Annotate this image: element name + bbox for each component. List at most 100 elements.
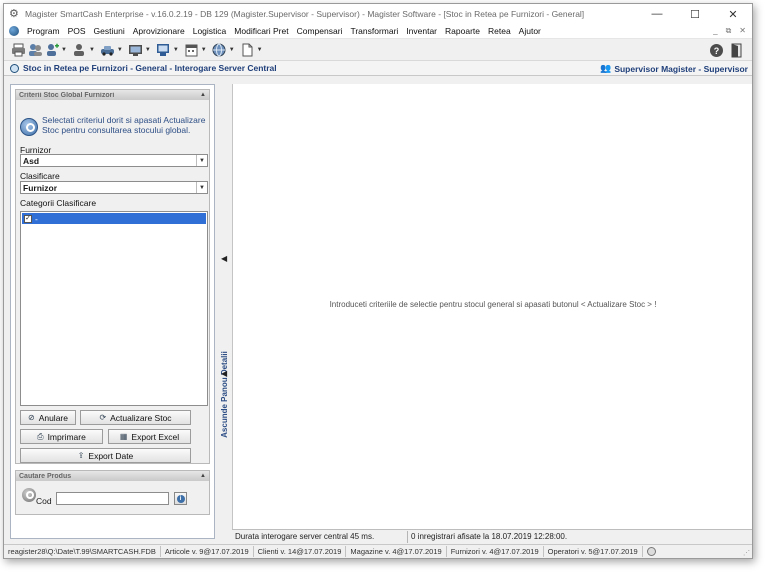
- menu-inventar[interactable]: Inventar: [402, 26, 441, 36]
- help-icon[interactable]: ?: [708, 42, 724, 58]
- document-icon[interactable]: [240, 42, 256, 58]
- calendar-icon[interactable]: [184, 42, 200, 58]
- chevron-down-icon[interactable]: ▼: [257, 47, 263, 53]
- users-icon: 👥: [600, 63, 612, 73]
- chevron-down-icon[interactable]: ▼: [196, 182, 207, 193]
- export-excel-label: Export Excel: [131, 431, 180, 442]
- suppliers-version: Furnizori v. 4@17.07.2019: [447, 546, 544, 557]
- menu-transformari[interactable]: Transformari: [346, 26, 402, 36]
- details-splitter[interactable]: ◀ Ascunde Panou Detalii ◀: [217, 84, 232, 539]
- product-search-header[interactable]: Cautare Produs ▲: [16, 471, 209, 481]
- menu-rapoarte[interactable]: Rapoarte: [441, 26, 484, 36]
- classification-select[interactable]: Furnizor ▼: [20, 181, 208, 194]
- chevron-down-icon[interactable]: ▼: [201, 47, 207, 53]
- breadcrumb: Stoc in Retea pe Furnizori - General - I…: [4, 61, 752, 76]
- cancel-label: Anulare: [38, 412, 68, 423]
- hide-details-toggle[interactable]: Ascunde Panou Detalii: [218, 351, 230, 438]
- menu-program[interactable]: Program: [23, 26, 64, 36]
- window-controls: — ☐ ✕: [638, 4, 752, 24]
- query-status: Durata interogare server central 45 ms. …: [232, 529, 752, 543]
- category-checkbox[interactable]: ✓: [24, 214, 32, 223]
- stores-version: Magazine v. 4@17.07.2019: [346, 546, 447, 557]
- app-logo-icon: [9, 26, 19, 36]
- status-bar: reagister28\Q:\Date\T.99\SMARTCASH.FDB A…: [4, 544, 752, 558]
- articles-version: Articole v. 9@17.07.2019: [161, 546, 254, 557]
- close-button[interactable]: ✕: [714, 4, 752, 24]
- chevron-down-icon[interactable]: ▼: [61, 47, 67, 53]
- criteria-info: Selectati criteriul dorit si apasati Act…: [42, 115, 206, 135]
- cars-icon[interactable]: [100, 42, 116, 58]
- clients-version: Clienti v. 14@17.07.2019: [254, 546, 347, 557]
- mdi-close-button[interactable]: ✕: [739, 26, 746, 36]
- code-search-button[interactable]: i: [174, 492, 187, 505]
- collapse-icon[interactable]: ▲: [200, 473, 206, 479]
- menu-compensari[interactable]: Compensari: [293, 26, 347, 36]
- refresh-stock-button[interactable]: ⟳ Actualizare Stoc: [80, 410, 191, 425]
- monitor-icon[interactable]: [128, 42, 144, 58]
- category-label: -: [35, 213, 38, 224]
- print-icon[interactable]: [10, 42, 26, 58]
- globe-icon[interactable]: [212, 42, 228, 58]
- chevron-down-icon[interactable]: ▼: [117, 47, 123, 53]
- categories-label: Categorii Clasificare: [20, 198, 97, 208]
- menu-logistica[interactable]: Logistica: [189, 26, 231, 36]
- results-area: Introduceti criteriile de selectie pentr…: [232, 84, 752, 529]
- refresh-label: Actualizare Stoc: [110, 412, 172, 423]
- arrow-left-icon[interactable]: ◀: [221, 369, 227, 378]
- criteria-group: Criterii Stoc Global Furnizori ▲ Selecta…: [15, 89, 210, 464]
- chevron-down-icon[interactable]: ▼: [229, 47, 235, 53]
- mdi-minimize-button[interactable]: _: [713, 26, 717, 36]
- print-icon: ⎙: [37, 431, 44, 441]
- cancel-button[interactable]: ⊘ Anulare: [20, 410, 76, 425]
- menu-retea[interactable]: Retea: [484, 26, 515, 36]
- resize-grip-icon[interactable]: ⋰: [743, 549, 750, 557]
- current-user: Supervisor Magister - Supervisor: [614, 63, 748, 74]
- page-title: Stoc in Retea pe Furnizori - General - I…: [23, 63, 277, 73]
- chevron-down-icon[interactable]: ▼: [89, 47, 95, 53]
- print-label: Imprimare: [47, 431, 86, 442]
- chevron-down-icon[interactable]: ▼: [145, 47, 151, 53]
- users-icon[interactable]: [27, 42, 43, 58]
- menu-aprovizionare[interactable]: Aprovizionare: [129, 26, 189, 36]
- export-excel-button[interactable]: ▦ Export Excel: [108, 429, 191, 444]
- window-title: Magister SmartCash Enterprise - v.16.0.2…: [25, 9, 585, 19]
- print-button[interactable]: ⎙ Imprimare: [20, 429, 103, 444]
- menu-gestiuni[interactable]: Gestiuni: [90, 26, 129, 36]
- supplier-value: Asd: [23, 155, 40, 166]
- shield-icon: [646, 547, 656, 556]
- info-icon: i: [176, 494, 185, 503]
- product-search-group: Cautare Produs ▲ Cod i: [15, 470, 210, 515]
- menu-pos[interactable]: POS: [64, 26, 90, 36]
- criteria-panel: Criterii Stoc Global Furnizori ▲ Selecta…: [10, 84, 215, 539]
- maximize-button[interactable]: ☐: [676, 4, 714, 24]
- menu-ajutor[interactable]: Ajutor: [515, 26, 545, 36]
- product-search-title: Cautare Produs: [19, 472, 72, 480]
- chevron-down-icon[interactable]: ▼: [173, 47, 179, 53]
- list-item[interactable]: ✓ -: [22, 213, 206, 224]
- user-add-icon[interactable]: [44, 42, 60, 58]
- screen-icon[interactable]: [156, 42, 172, 58]
- code-input[interactable]: [56, 492, 169, 505]
- menu-modificari-pret[interactable]: Modificari Pret: [230, 26, 292, 36]
- search-icon: [22, 488, 36, 502]
- code-label: Cod: [36, 496, 52, 506]
- exit-icon[interactable]: [729, 42, 745, 58]
- empty-state-message: Introduceti criteriile de selectie pentr…: [329, 300, 657, 309]
- arrow-left-icon[interactable]: ◀: [221, 254, 227, 263]
- menu-bar: Program POS Gestiuni Aprovizionare Logis…: [4, 24, 752, 39]
- query-duration: Durata interogare server central 45 ms.: [232, 530, 408, 543]
- minimize-button[interactable]: —: [638, 4, 676, 24]
- chevron-down-icon[interactable]: ▼: [196, 155, 207, 166]
- hide-details-label: Ascunde Panou Detalii: [219, 350, 229, 438]
- collapse-icon[interactable]: ▲: [200, 92, 206, 98]
- export-date-button[interactable]: ⇪ Export Date: [20, 448, 191, 463]
- categories-list[interactable]: ✓ -: [20, 211, 208, 406]
- globe-icon: [10, 63, 19, 73]
- classification-label: Clasificare: [20, 171, 60, 181]
- user-icon[interactable]: [72, 42, 88, 58]
- mdi-restore-button[interactable]: ⧉: [726, 26, 732, 36]
- title-bar: ⚙ Magister SmartCash Enterprise - v.16.0…: [4, 4, 752, 24]
- criteria-header[interactable]: Criterii Stoc Global Furnizori ▲: [16, 90, 209, 100]
- supplier-select[interactable]: Asd ▼: [20, 154, 208, 167]
- export-icon: ⇪: [77, 451, 85, 460]
